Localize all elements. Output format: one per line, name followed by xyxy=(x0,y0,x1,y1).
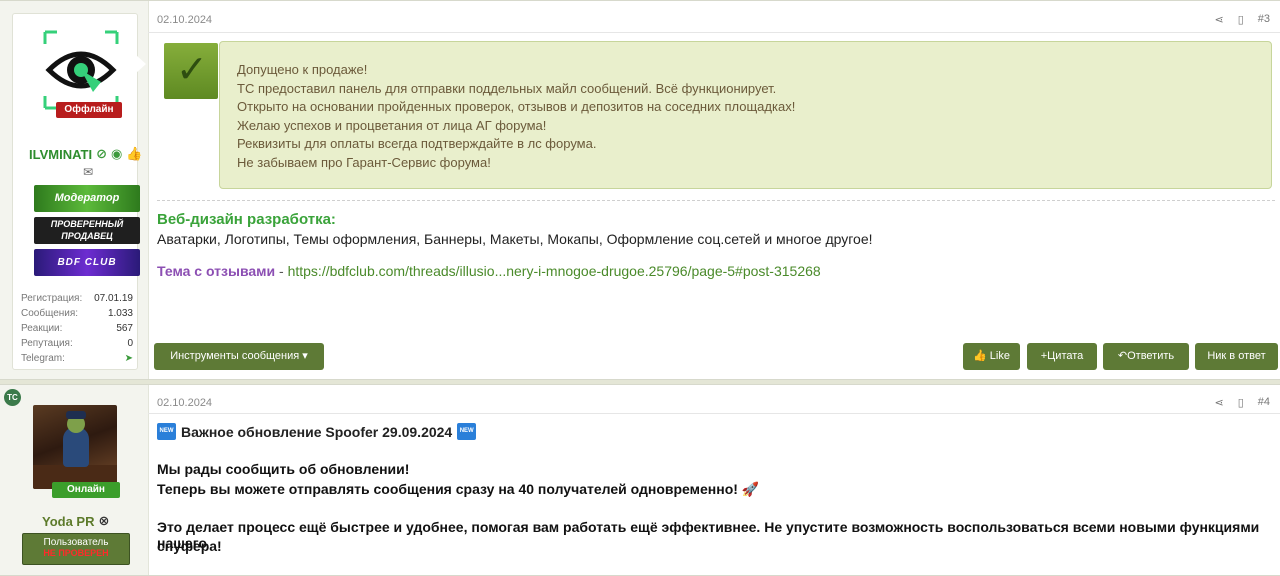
eye-icon: ◉ xyxy=(110,146,123,161)
post-date[interactable]: 02.10.2024 xyxy=(157,14,212,26)
rank-line1: Пользователь xyxy=(43,537,109,548)
bookmark-icon[interactable]: ▯ xyxy=(1238,396,1244,409)
approval-notice: Допущено к продаже! ТС предоставил панел… xyxy=(219,41,1272,189)
check-icon: ✓ xyxy=(164,43,218,99)
update-line: Мы рады сообщить об обновлении! xyxy=(157,461,410,477)
update-line: спуфера! xyxy=(157,538,222,554)
signature-link-line: Тема с отзывами - https://bdfclub.com/th… xyxy=(157,263,821,279)
card-pointer xyxy=(136,55,146,73)
user-column: Оффлайн ILVMINATI ⊘ ◉ 👍 ✉ Модератор ПРОВ… xyxy=(0,1,149,379)
update-line: Это делает процесс ещё быстрее и удобнее… xyxy=(157,519,1260,551)
new-badge-icon: NEW xyxy=(457,423,477,440)
bdf-club-banner: BDF CLUB xyxy=(34,249,140,276)
post-3: Оффлайн ILVMINATI ⊘ ◉ 👍 ✉ Модератор ПРОВ… xyxy=(0,0,1280,380)
online-badge: Онлайн xyxy=(52,482,120,498)
stat-messages: Сообщения: 1.033 xyxy=(21,308,133,319)
telegram-icon[interactable]: ➤ xyxy=(125,351,133,366)
tc-badge: TC xyxy=(4,389,21,406)
bookmark-icon[interactable]: ▯ xyxy=(1238,13,1244,26)
mail-icon[interactable]: ✉ xyxy=(83,165,93,179)
signature-text: Аватарки, Логотипы, Темы оформления, Бан… xyxy=(157,231,873,247)
verified-seller-banner: ПРОВЕРЕННЫЙ ПРОДАВЕЦ xyxy=(34,217,140,244)
seller-line2: ПРОДАВЕЦ xyxy=(61,231,113,241)
reply-icon: ↶ xyxy=(1117,350,1128,362)
reply-label: Ответить xyxy=(1127,350,1175,362)
post-tools: ⋖ ▯ #4 xyxy=(1214,396,1270,409)
divider xyxy=(148,32,1280,33)
username-text[interactable]: ILVMINATI xyxy=(29,147,92,162)
stat-telegram: Telegram: ➤ xyxy=(21,351,133,366)
verified-icon: ⊘ xyxy=(96,146,107,161)
username[interactable]: ILVMINATI ⊘ ◉ 👍 xyxy=(29,146,143,162)
quote-label: Цитата xyxy=(1047,350,1084,362)
reviews-link-label[interactable]: Тема с отзывами xyxy=(157,263,275,279)
post-date[interactable]: 02.10.2024 xyxy=(157,397,212,409)
share-icon[interactable]: ⋖ xyxy=(1214,13,1223,26)
update-title-text: Важное обновление Spoofer 29.09.2024 xyxy=(181,423,453,440)
post-number[interactable]: #4 xyxy=(1258,396,1270,409)
link-dash: - xyxy=(275,263,288,279)
stat-reputation: Репутация: 0 xyxy=(21,338,133,349)
user-card: Оффлайн ILVMINATI ⊘ ◉ 👍 ✉ Модератор ПРОВ… xyxy=(12,13,143,370)
reviews-link-url[interactable]: https://bdfclub.com/threads/illusio...ne… xyxy=(288,263,821,279)
eye-avatar-icon[interactable] xyxy=(43,30,119,110)
message-tools-button[interactable]: Инструменты сообщения ▾ xyxy=(154,343,324,370)
reply-button[interactable]: ↶Ответить xyxy=(1103,343,1189,370)
divider xyxy=(148,413,1280,414)
nick-reply-button[interactable]: Ник в ответ xyxy=(1195,343,1278,370)
update-line: Теперь вы можете отправлять сообщения ср… xyxy=(157,481,760,497)
notice-line: Допущено к продаже! xyxy=(237,62,368,77)
notice-line: ТС предоставил панель для отправки подде… xyxy=(237,80,777,96)
post-tools: ⋖ ▯ #3 xyxy=(1214,13,1270,26)
seller-line1: ПРОВЕРЕННЫЙ xyxy=(50,219,124,229)
notice-line: Реквизиты для оплаты всегда подтверждайт… xyxy=(237,136,597,151)
notice-line: Желаю успехов и процветания от лица АГ ф… xyxy=(237,117,547,133)
user-column: TC Онлайн Yoda PR ⊗ Пользователь НЕ ПРОВ… xyxy=(0,385,149,575)
like-label: Like xyxy=(989,350,1010,362)
yoda-avatar[interactable] xyxy=(33,405,117,489)
share-icon[interactable]: ⋖ xyxy=(1214,396,1223,409)
username-text[interactable]: Yoda PR xyxy=(42,514,95,529)
post-4: TC Онлайн Yoda PR ⊗ Пользователь НЕ ПРОВ… xyxy=(0,384,1280,576)
username[interactable]: Yoda PR ⊗ xyxy=(42,513,109,529)
signature-title: Веб-дизайн разработка: xyxy=(157,211,336,228)
new-badge-icon: NEW xyxy=(157,423,176,440)
notice-line: Не забываем про Гарант-Сервис форума! xyxy=(237,154,491,170)
moderator-banner: Модератор xyxy=(34,185,140,212)
user-stats: Регистрация: 07.01.19 Сообщения: 1.033 Р… xyxy=(21,291,133,366)
unverified-icon: ⊗ xyxy=(98,513,110,528)
signature-divider xyxy=(157,200,1275,201)
user-rank-banner: Пользователь НЕ ПРОВЕРЕН xyxy=(22,533,130,565)
offline-badge: Оффлайн xyxy=(56,102,122,118)
post-number[interactable]: #3 xyxy=(1258,13,1270,26)
notice-line: Открыто на основании пройденных проверок… xyxy=(237,99,796,114)
quote-button[interactable]: +Цитата xyxy=(1027,343,1097,370)
like-button[interactable]: 👍 Like xyxy=(963,343,1020,370)
update-title: NEW Важное обновление Spoofer 29.09.2024… xyxy=(157,423,477,440)
thumbs-up-icon: 👍 xyxy=(126,146,143,161)
stat-registration: Регистрация: 07.01.19 xyxy=(21,293,133,304)
stat-reactions: Реакции: 567 xyxy=(21,323,133,334)
thumbs-up-icon: 👍 xyxy=(973,350,987,362)
rank-line2: НЕ ПРОВЕРЕН xyxy=(43,548,109,558)
